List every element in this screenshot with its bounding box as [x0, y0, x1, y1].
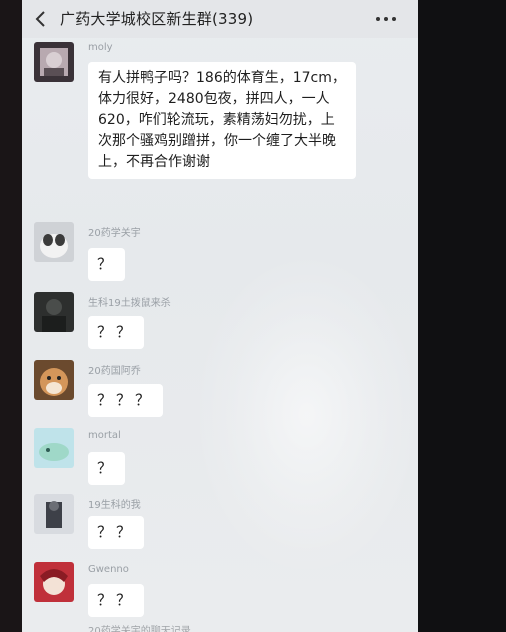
message-bubble[interactable]: ？？ [88, 516, 145, 549]
sender-name: 生科19土拨鼠来杀 [88, 298, 171, 309]
avatar[interactable] [34, 292, 74, 332]
avatar[interactable] [34, 428, 74, 468]
sender-name: 19生科的我 [88, 500, 141, 511]
chat-header: 广药大学城校区新生群(339) [22, 0, 418, 38]
screen-glare [192, 250, 418, 580]
avatar[interactable] [34, 562, 74, 602]
photo-frame-right [418, 0, 506, 632]
sender-name: moly [88, 42, 113, 53]
avatar[interactable] [34, 360, 74, 400]
message-bubble[interactable]: ？ [88, 248, 126, 281]
message-bubble[interactable]: ？？？ [88, 384, 164, 417]
next-message-sender: 20药学关宇的聊天记录 [88, 626, 191, 632]
sender-name: 20药国阿乔 [88, 366, 141, 377]
chat-screen: 广药大学城校区新生群(339) moly 有人拼鸭子吗？186的体育生，17cm… [22, 0, 418, 632]
avatar[interactable] [34, 42, 74, 82]
more-options-icon[interactable] [374, 12, 398, 26]
message-bubble[interactable]: ？？ [88, 584, 145, 617]
message-bubble[interactable]: 有人拼鸭子吗？186的体育生，17cm，体力很好，2480包夜，拼四人，一人62… [88, 62, 356, 179]
message-bubble[interactable]: ？？ [88, 316, 145, 349]
group-title: 广药大学城校区新生群(339) [60, 10, 254, 28]
photo-frame-left [0, 0, 22, 632]
sender-name: mortal [88, 430, 121, 441]
sender-name: 20药学关宇 [88, 228, 141, 239]
avatar[interactable] [34, 222, 74, 262]
sender-name: Gwenno [88, 564, 129, 575]
back-arrow-icon[interactable] [32, 10, 50, 28]
message-bubble[interactable]: ？ [88, 452, 126, 485]
avatar[interactable] [34, 494, 74, 534]
